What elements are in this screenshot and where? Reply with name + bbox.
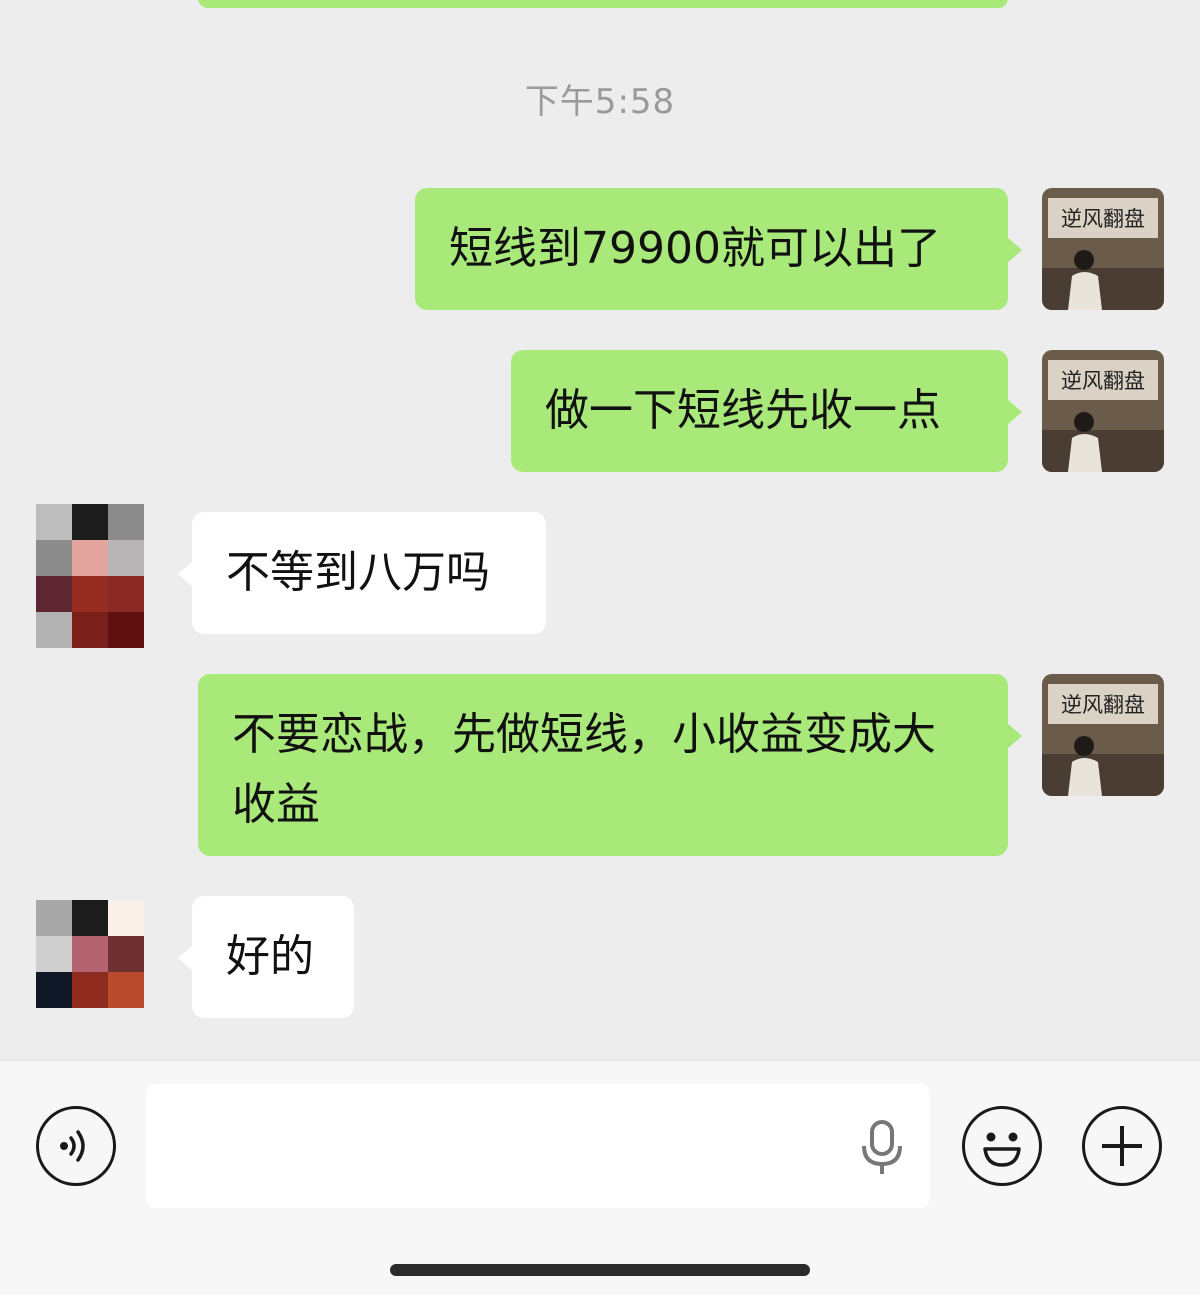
- message-text: 短线到79900就可以出了: [449, 223, 941, 274]
- microphone-icon[interactable]: [860, 1120, 904, 1176]
- message-timestamp: 下午5:58: [524, 82, 676, 122]
- message-text: 不等到八万吗: [226, 547, 490, 598]
- message-text: 做一下短线先收一点: [545, 385, 941, 436]
- message-bubble-outgoing[interactable]: 短线到79900就可以出了: [415, 188, 1022, 310]
- message-bubble-incoming[interactable]: 好的: [178, 896, 354, 1018]
- my-avatar[interactable]: 逆风翻盘: [1042, 188, 1164, 310]
- chat-area: 下午5:58 短线到79900就可以出了 逆风翻盘 做一下短线先收一点 逆风翻盘…: [0, 0, 1200, 1060]
- contact-avatar[interactable]: [36, 900, 144, 1008]
- message-bubble-incoming[interactable]: 不等到八万吗: [178, 512, 546, 634]
- plus-icon[interactable]: [1082, 1106, 1162, 1186]
- voice-icon[interactable]: [36, 1106, 116, 1186]
- my-avatar[interactable]: 逆风翻盘: [1042, 674, 1164, 796]
- message-text: 好的: [226, 931, 314, 982]
- my-avatar[interactable]: 逆风翻盘: [1042, 350, 1164, 472]
- avatar-caption: 逆风翻盘: [1061, 369, 1145, 393]
- message-bubble-outgoing[interactable]: 不要恋战，先做短线，小收益变成大收益: [198, 674, 1022, 856]
- avatar-caption: 逆风翻盘: [1061, 693, 1145, 717]
- message-bubble-outgoing[interactable]: 做一下短线先收一点: [511, 350, 1022, 472]
- message-input[interactable]: [146, 1084, 930, 1208]
- message-text: 不要恋战，先做短线，小收益变成大收益: [232, 709, 936, 830]
- avatar-caption: 逆风翻盘: [1061, 207, 1145, 231]
- emoji-icon[interactable]: [962, 1106, 1042, 1186]
- home-indicator[interactable]: [390, 1264, 810, 1276]
- contact-avatar[interactable]: [36, 504, 144, 648]
- partial-message-bubble[interactable]: [198, 0, 1008, 8]
